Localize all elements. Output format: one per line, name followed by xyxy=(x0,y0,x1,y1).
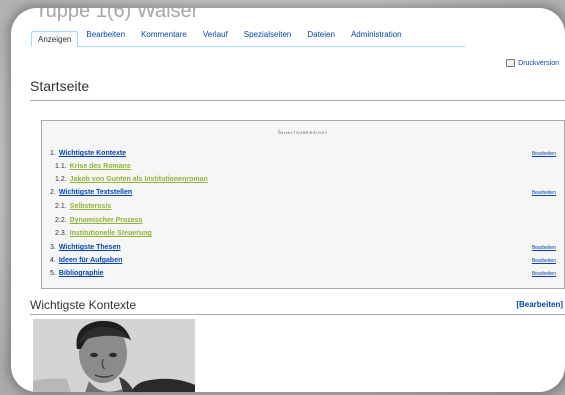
toc-link-wichtigste-kontexte[interactable]: Wichtigste Kontexte xyxy=(59,150,126,160)
edit-link-textstellen[interactable]: Bearbeiten xyxy=(532,190,556,196)
tab-dateien[interactable]: Dateien xyxy=(299,28,343,46)
portrait-photo xyxy=(33,319,195,392)
tab-spezialseiten[interactable]: Spezialseiten xyxy=(236,28,300,46)
section-edit-link[interactable]: [Bearbeiten] xyxy=(516,300,563,309)
toc-link-institutionelle-steuerung[interactable]: Institutionelle Steuerung xyxy=(70,230,152,240)
section-heading: Wichtigste Kontexte xyxy=(30,298,137,312)
tab-bar: Anzeigen Bearbeiten Kommentare Verlauf S… xyxy=(31,26,465,47)
toc-number: 1.1. xyxy=(55,163,67,170)
toc-link-jakob-von-gunten[interactable]: Jakob von Gunten als Institutionenroman xyxy=(70,176,208,186)
toc-item: 2.1. Selbsterosis xyxy=(55,203,111,213)
toc-number: 2.3. xyxy=(55,230,67,237)
toc-item: 1.2. Jakob von Gunten als Institutionenr… xyxy=(55,176,208,186)
toc-item: 1.1. Krise des Romans xyxy=(55,163,131,173)
wiki-page: rüppe 1(6) Walser Anzeigen Bearbeiten Ko… xyxy=(11,8,565,392)
toc-item: 2.3. Institutionelle Steuerung xyxy=(55,230,152,240)
toc-title: Inhaltsübersicht xyxy=(278,130,328,136)
printer-icon xyxy=(506,59,516,67)
toc-link-bibliographie[interactable]: Bibliographie xyxy=(59,270,104,280)
toc-item: 1. Wichtigste Kontexte xyxy=(50,150,126,160)
table-of-contents: Inhaltsübersicht 1. Wichtigste Kontexte … xyxy=(41,120,565,289)
toc-number: 2.2. xyxy=(55,217,67,224)
print-version-label: Druckversion xyxy=(518,59,559,67)
toc-link-selbsterosis[interactable]: Selbsterosis xyxy=(70,203,112,213)
toc-link-wichtigste-thesen[interactable]: Wichtigste Thesen xyxy=(59,244,121,254)
tab-bearbeiten[interactable]: Bearbeiten xyxy=(78,28,133,46)
edit-link-aufgaben[interactable]: Bearbeiten xyxy=(532,258,556,264)
site-title: rüppe 1(6) Walser xyxy=(39,8,199,22)
edit-link-bibliographie[interactable]: Bearbeiten xyxy=(532,271,556,277)
toc-number: 3. xyxy=(50,244,56,251)
toc-number: 2.1. xyxy=(55,203,67,210)
toc-number: 2. xyxy=(50,189,56,196)
page-title: Startseite xyxy=(30,78,90,94)
toc-number: 1.2. xyxy=(55,176,67,183)
toc-item: 4. Ideen für Aufgaben xyxy=(50,257,122,267)
edit-link-kontexte[interactable]: Bearbeiten xyxy=(532,151,556,157)
toc-link-krise-des-romans[interactable]: Krise des Romans xyxy=(70,163,131,173)
print-version-link[interactable]: Druckversion xyxy=(506,59,559,67)
toc-link-wichtigste-textstellen[interactable]: Wichtigste Textstellen xyxy=(59,189,132,199)
tab-kommentare[interactable]: Kommentare xyxy=(133,28,195,46)
toc-item: 5. Bibliographie xyxy=(50,270,104,280)
portrait-image xyxy=(33,319,195,392)
toc-item: 2.2. Dynamischer Prozess xyxy=(55,217,142,227)
toc-item: 3. Wichtigste Thesen xyxy=(50,244,121,254)
tab-anzeigen[interactable]: Anzeigen xyxy=(31,31,79,47)
tab-administration[interactable]: Administration xyxy=(343,28,410,46)
toc-item: 2. Wichtigste Textstellen xyxy=(50,189,132,199)
edit-link-thesen[interactable]: Bearbeiten xyxy=(532,245,556,251)
toc-link-dynamischer-prozess[interactable]: Dynamischer Prozess xyxy=(70,217,143,227)
section-divider xyxy=(30,314,565,315)
tab-verlauf[interactable]: Verlauf xyxy=(195,28,236,46)
toc-link-ideen-fuer-aufgaben[interactable]: Ideen für Aufgaben xyxy=(59,257,123,267)
title-divider xyxy=(30,100,565,101)
toc-number: 4. xyxy=(50,257,56,264)
toc-number: 5. xyxy=(50,270,56,277)
toc-number: 1. xyxy=(50,150,56,157)
